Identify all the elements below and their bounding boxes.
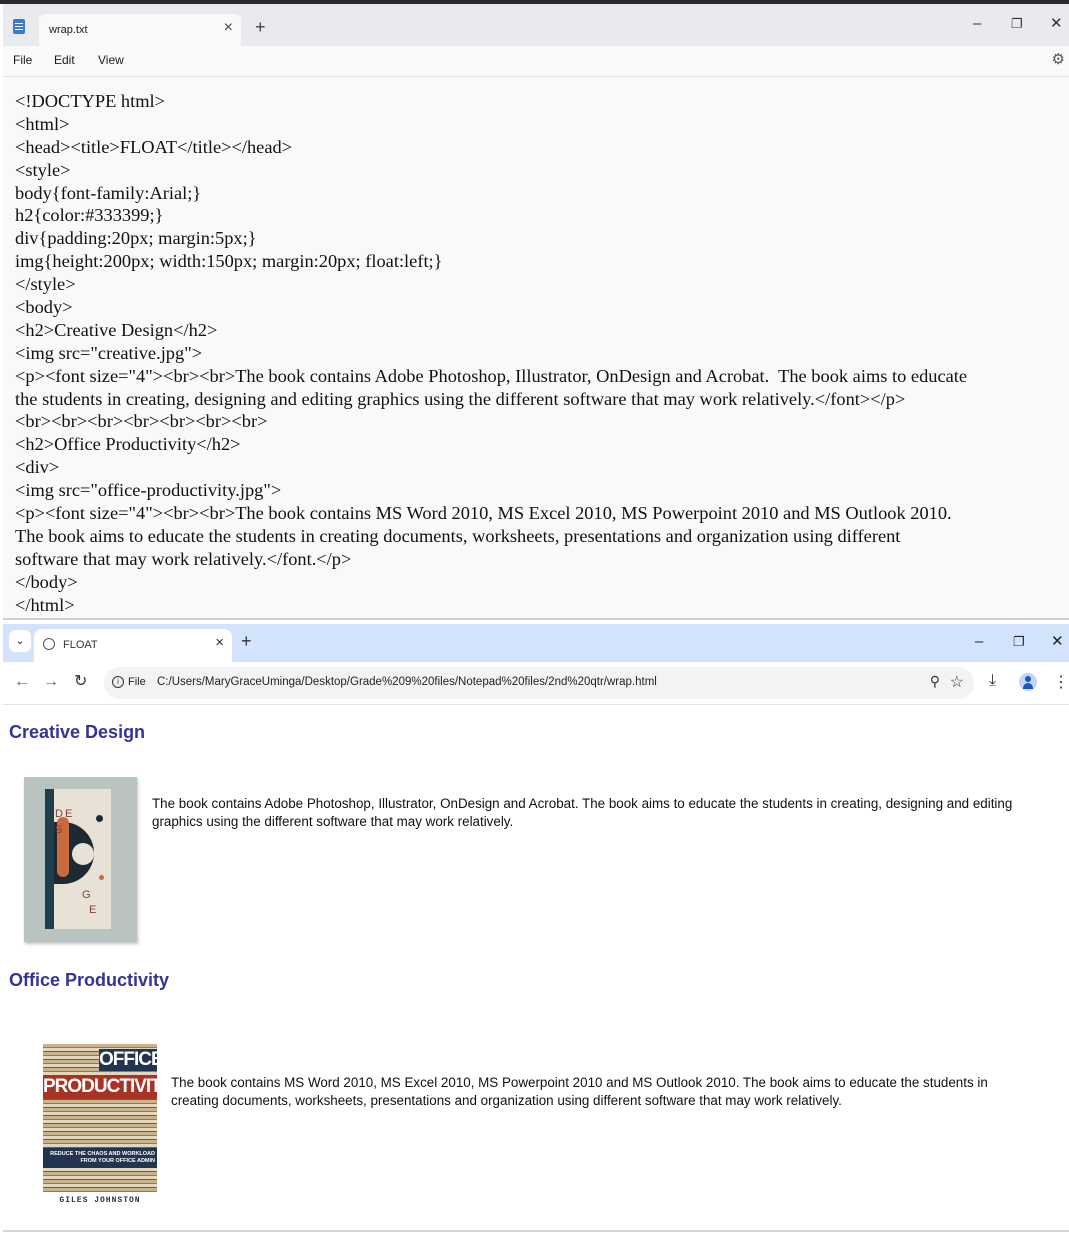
notepad-tab-title: wrap.txt xyxy=(49,24,88,36)
code-line: <h2>Creative Design</h2> xyxy=(15,319,218,340)
profile-avatar-icon[interactable] xyxy=(1019,673,1037,691)
more-menu-icon[interactable]: ⋮ xyxy=(1053,672,1069,692)
globe-icon xyxy=(43,638,55,650)
new-tab-button[interactable]: + xyxy=(241,632,252,650)
cover-letter: E xyxy=(65,808,73,820)
close-tab-icon[interactable]: × xyxy=(224,20,233,36)
code-line: <img src="creative.jpg"> xyxy=(15,342,203,363)
menu-edit[interactable]: Edit xyxy=(54,53,75,67)
code-line: <div> xyxy=(15,457,60,478)
download-icon[interactable]: ⤓ xyxy=(989,672,996,690)
code-line: <html> xyxy=(15,113,70,134)
code-line: </html> xyxy=(15,594,75,615)
browser-window: ⌄ FLOAT × + – ❐ ✕ ← → ↻ i File C:/Users/… xyxy=(3,624,1069,1232)
code-line: <p><font size="4"><br><br>The book conta… xyxy=(15,503,952,524)
cover-author: GILES JOHNSTON xyxy=(59,1196,141,1205)
cover-letter: E xyxy=(89,904,97,916)
close-tab-icon[interactable]: × xyxy=(215,635,224,651)
cover-letter: G xyxy=(82,889,91,901)
browser-tab-bar: ⌄ FLOAT × + – ❐ ✕ xyxy=(3,624,1069,662)
creative-design-book-cover: D E S G E xyxy=(24,777,137,942)
url-text[interactable]: C:/Users/MaryGraceUminga/Desktop/Grade%2… xyxy=(157,676,657,688)
code-line: <body> xyxy=(15,297,73,318)
code-line: body{font-family:Arial;} xyxy=(15,182,202,203)
notepad-text-area[interactable]: <!DOCTYPE html> <html> <head><title>FLOAT<… xyxy=(15,90,1065,616)
notepad-app-icon xyxy=(13,19,25,34)
zoom-icon[interactable]: ⚲ xyxy=(930,673,940,690)
cover-title-word: OFFICE xyxy=(99,1049,164,1071)
paragraph-creative-design: The book contains Adobe Photoshop, Illus… xyxy=(152,796,1013,829)
notepad-window: wrap.txt × + – ❐ ✕ File Edit View ⚙ <!DO… xyxy=(3,4,1069,620)
code-line: <head><title>FLOAT</title></head> xyxy=(15,136,293,157)
code-line: </body> xyxy=(15,571,78,592)
notepad-tab[interactable]: wrap.txt × xyxy=(39,14,241,46)
menu-view[interactable]: View xyxy=(98,53,124,67)
browser-tab[interactable]: FLOAT × xyxy=(34,629,232,662)
code-line: </style> xyxy=(15,274,76,295)
heading-creative-design: Creative Design xyxy=(9,722,146,742)
code-line: <h2>Office Productivity</h2> xyxy=(15,434,241,455)
notepad-menu-bar: File Edit View ⚙ xyxy=(3,46,1069,77)
code-line: the students in creating, designing and … xyxy=(15,388,906,409)
menu-file[interactable]: File xyxy=(13,53,32,67)
tab-search-chevron-icon[interactable]: ⌄ xyxy=(9,630,31,652)
minimize-button[interactable]: – xyxy=(973,16,981,32)
minimize-button[interactable]: – xyxy=(975,634,983,650)
browser-toolbar: ← → ↻ i File C:/Users/MaryGraceUminga/De… xyxy=(3,662,1069,705)
settings-gear-icon[interactable]: ⚙ xyxy=(1052,50,1065,68)
code-line: software that may work relatively.</font… xyxy=(15,548,352,569)
restore-button[interactable]: ❐ xyxy=(1013,634,1025,650)
cover-letter: S xyxy=(55,824,63,836)
info-icon[interactable]: i xyxy=(112,676,124,688)
code-line: <p><font size="4"><br><br>The book conta… xyxy=(15,365,968,386)
reload-icon[interactable]: ↻ xyxy=(74,673,87,691)
new-tab-button[interactable]: + xyxy=(255,18,266,36)
address-bar[interactable]: i File C:/Users/MaryGraceUminga/Desktop/… xyxy=(104,667,974,699)
code-line: <style> xyxy=(15,159,71,180)
notepad-tab-bar: wrap.txt × + – ❐ ✕ xyxy=(3,4,1069,46)
bookmark-star-icon[interactable]: ☆ xyxy=(950,672,964,692)
paragraph-office-productivity: The book contains MS Word 2010, MS Excel… xyxy=(171,1075,988,1108)
back-arrow-icon[interactable]: ← xyxy=(14,673,30,691)
cover-tagline: REDUCE THE CHAOS AND WORKLOAD FROM YOUR … xyxy=(43,1148,157,1168)
close-window-button[interactable]: ✕ xyxy=(1051,634,1064,650)
code-line: h2{color:#333399;} xyxy=(15,205,164,226)
close-window-button[interactable]: ✕ xyxy=(1050,16,1063,32)
office-productivity-book-cover: OFFICE PRODUCTIVITY REDUCE THE CHAOS AND… xyxy=(43,1044,173,1209)
forward-arrow-icon[interactable]: → xyxy=(43,673,59,691)
restore-button[interactable]: ❐ xyxy=(1011,16,1023,32)
cover-letter: D xyxy=(55,808,63,820)
code-line: img{height:200px; width:150px; margin:20… xyxy=(15,251,443,272)
scheme-label: File xyxy=(128,676,146,688)
browser-tab-title: FLOAT xyxy=(63,639,98,651)
cover-title-word: PRODUCTIVITY xyxy=(43,1075,173,1099)
heading-office-productivity: Office Productivity xyxy=(9,970,170,990)
code-line: div{padding:20px; margin:5px;} xyxy=(15,228,257,249)
code-line: <br><br><br><br><br><br><br> xyxy=(15,411,268,432)
code-line: <img src="office-productivity.jpg"> xyxy=(15,480,282,501)
code-line: <!DOCTYPE html> xyxy=(15,91,165,111)
code-line: The book aims to educate the students in… xyxy=(15,525,901,546)
